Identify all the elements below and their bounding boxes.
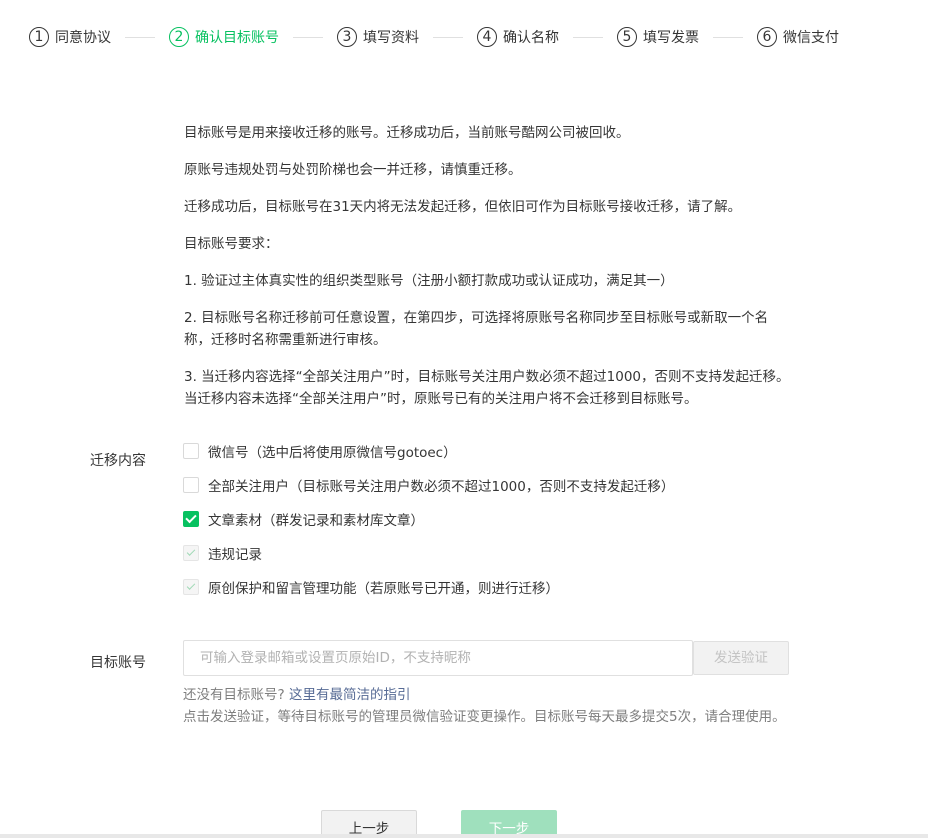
- target-account-input[interactable]: [183, 640, 693, 676]
- step-5: 5 填写发票: [617, 26, 699, 48]
- checkbox-checked[interactable]: [183, 511, 199, 527]
- guide-link[interactable]: 这里有最简洁的指引: [289, 687, 411, 703]
- verification-note: 点击发送验证，等待目标账号的管理员微信验证变更操作。目标账号每天最多提交5次，请…: [183, 709, 786, 725]
- step-divider: [573, 36, 603, 38]
- target-account-hint: 还没有目标账号? 这里有最简洁的指引 点击发送验证，等待目标账号的管理员微信验证…: [183, 684, 793, 728]
- requirement-item: 3. 当迁移内容选择“全部关注用户”时，目标账号关注用户数必须不超过1000，否…: [184, 369, 790, 407]
- target-account-description: 目标账号是用来接收迁移的账号。迁移成功后，当前账号酷网公司被回收。 原账号违规处…: [184, 122, 794, 425]
- step-divider: [433, 36, 463, 38]
- step-divider: [293, 36, 323, 38]
- step-number: 2: [169, 27, 189, 47]
- step-label: 填写资料: [363, 30, 419, 46]
- checkbox-disabled-checked: [183, 545, 199, 561]
- option-wechat-id[interactable]: 微信号（选中后将使用原微信号gotoec）: [183, 440, 674, 462]
- description-paragraph: 目标账号是用来接收迁移的账号。迁移成功后，当前账号酷网公司被回收。: [184, 125, 630, 141]
- send-verification-button[interactable]: 发送验证: [693, 641, 789, 675]
- migrate-options: 微信号（选中后将使用原微信号gotoec） 全部关注用户（目标账号关注用户数必须…: [183, 440, 674, 610]
- step-number: 3: [337, 27, 357, 47]
- step-4: 4 确认名称: [477, 26, 559, 48]
- option-label: 原创保护和留言管理功能（若原账号已开通，则进行迁移）: [208, 581, 559, 597]
- description-paragraph: 目标账号要求：: [184, 236, 279, 252]
- step-label: 填写发票: [643, 30, 699, 46]
- option-original-protection: 原创保护和留言管理功能（若原账号已开通，则进行迁移）: [183, 576, 674, 598]
- migrate-content-label: 迁移内容: [90, 453, 146, 469]
- step-divider: [713, 36, 743, 38]
- step-progress: 1 同意协议 2 确认目标账号 3 填写资料 4 确认名称 5 填写发票 6 微…: [29, 26, 839, 48]
- option-label: 全部关注用户（目标账号关注用户数必须不超过1000，否则不支持发起迁移）: [208, 479, 675, 495]
- requirement-item: 2. 目标账号名称迁移前可任意设置，在第四步，可选择将原账号名称同步至目标账号或…: [184, 310, 769, 348]
- checkbox[interactable]: [183, 443, 199, 459]
- requirement-item: 1. 验证过主体真实性的组织类型账号（注册小额打款成功或认证成功，满足其一）: [184, 273, 674, 289]
- step-1: 1 同意协议: [29, 26, 111, 48]
- step-3: 3 填写资料: [337, 26, 419, 48]
- no-account-line: 还没有目标账号? 这里有最简洁的指引: [183, 684, 793, 706]
- description-paragraph: 迁移成功后，目标账号在31天内将无法发起迁移，但依旧可作为目标账号接收迁移，请了…: [184, 199, 742, 215]
- target-account-label: 目标账号: [90, 655, 146, 671]
- checkbox[interactable]: [183, 477, 199, 493]
- step-label: 同意协议: [55, 30, 111, 46]
- step-label: 确认目标账号: [195, 30, 279, 46]
- option-all-followers[interactable]: 全部关注用户（目标账号关注用户数必须不超过1000，否则不支持发起迁移）: [183, 474, 674, 496]
- bottom-divider: [0, 834, 928, 838]
- option-label: 微信号（选中后将使用原微信号gotoec）: [208, 445, 457, 461]
- footer-actions: 上一步 下一步: [0, 810, 928, 838]
- step-number: 5: [617, 27, 637, 47]
- step-number: 6: [757, 27, 777, 47]
- option-label: 文章素材（群发记录和素材库文章）: [208, 513, 424, 529]
- option-violation-records: 违规记录: [183, 542, 674, 564]
- step-label: 微信支付: [783, 30, 839, 46]
- option-label: 违规记录: [208, 547, 262, 563]
- option-articles[interactable]: 文章素材（群发记录和素材库文章）: [183, 508, 674, 530]
- checkbox-disabled-checked: [183, 579, 199, 595]
- step-6: 6 微信支付: [757, 26, 839, 48]
- step-2: 2 确认目标账号: [169, 26, 279, 48]
- step-label: 确认名称: [503, 30, 559, 46]
- step-divider: [125, 36, 155, 38]
- step-number: 1: [29, 27, 49, 47]
- no-account-text: 还没有目标账号?: [183, 687, 285, 703]
- description-paragraph: 原账号违规处罚与处罚阶梯也会一并迁移，请慎重迁移。: [184, 162, 522, 178]
- step-number: 4: [477, 27, 497, 47]
